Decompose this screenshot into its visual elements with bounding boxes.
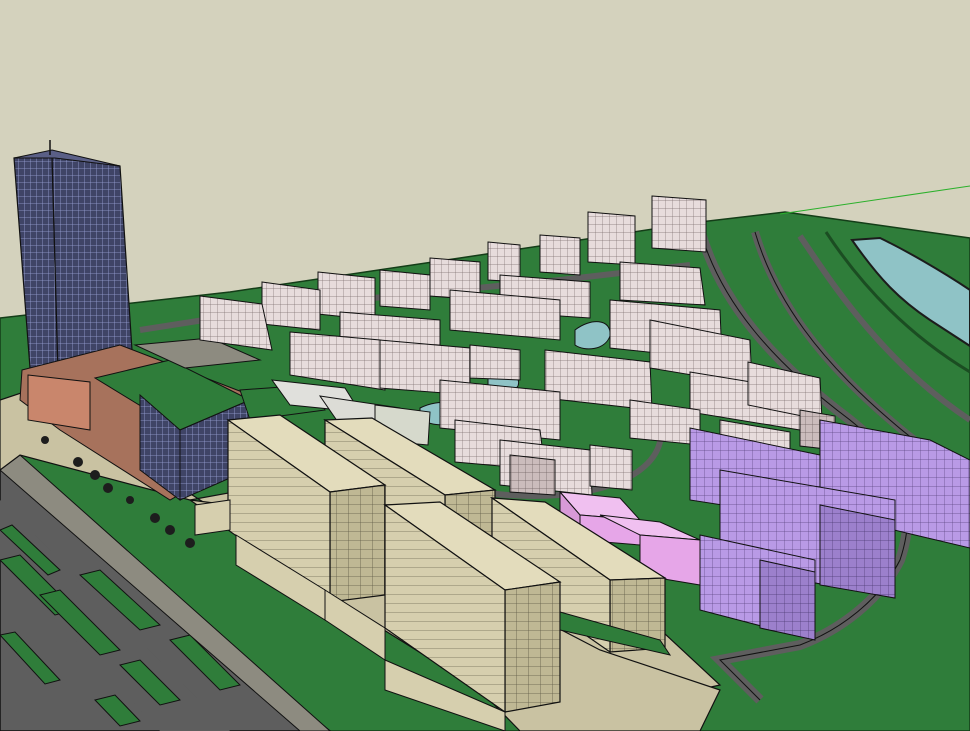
tree-icon [185,538,195,548]
city-model-render [0,0,970,731]
3d-model-viewport[interactable] [0,0,970,731]
tree-icon [165,525,175,535]
tree-icon [73,457,83,467]
tree-icon [103,483,113,493]
office-tower [13,140,133,373]
tree-icon [41,436,49,444]
tree-icon [90,470,100,480]
tree-icon [150,513,160,523]
tree-icon [126,496,134,504]
